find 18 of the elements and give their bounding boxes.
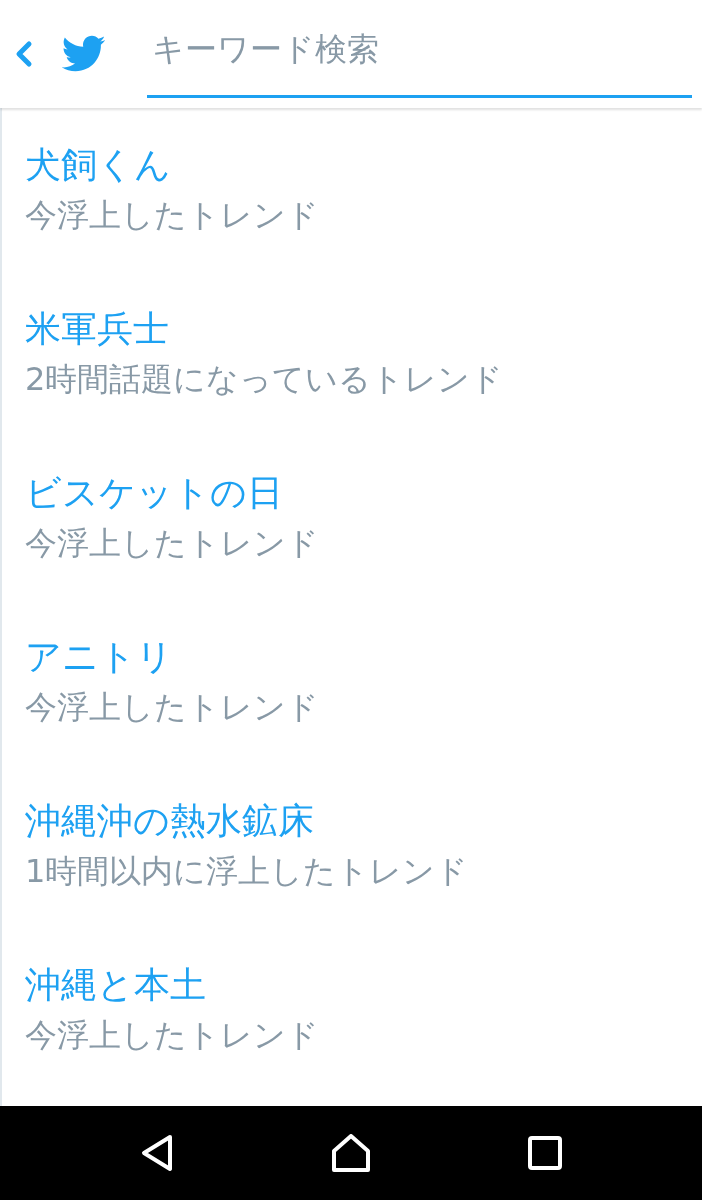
trend-name[interactable]: 沖縄と本土	[25, 963, 206, 1007]
home-icon[interactable]	[331, 1134, 371, 1172]
trend-name[interactable]: 米軍兵士	[25, 307, 169, 351]
trend-name[interactable]: 犬飼くん	[25, 143, 171, 187]
trend-description: 今浮上したトレンド	[25, 523, 319, 564]
square-icon[interactable]	[528, 1134, 562, 1172]
trend-description: 今浮上したトレンド	[25, 195, 319, 236]
trend-name[interactable]: アニトリ	[25, 635, 173, 679]
trend-description: 今浮上したトレンド	[25, 687, 319, 728]
chevron-left-icon[interactable]	[14, 40, 33, 68]
bird-icon	[60, 35, 106, 73]
trend-name[interactable]: ビスケットの日	[25, 471, 283, 515]
trend-description: 2時間話題になっているトレンド	[25, 359, 504, 400]
trend-description: 1時間以内に浮上したトレンド	[25, 851, 469, 892]
trend-name[interactable]: 沖縄沖の熱水鉱床	[25, 799, 314, 843]
triangle-back-icon[interactable]	[140, 1134, 174, 1172]
trend-description: 今浮上したトレンド	[25, 1015, 319, 1056]
search-field[interactable]: キーワード検索	[147, 20, 692, 98]
